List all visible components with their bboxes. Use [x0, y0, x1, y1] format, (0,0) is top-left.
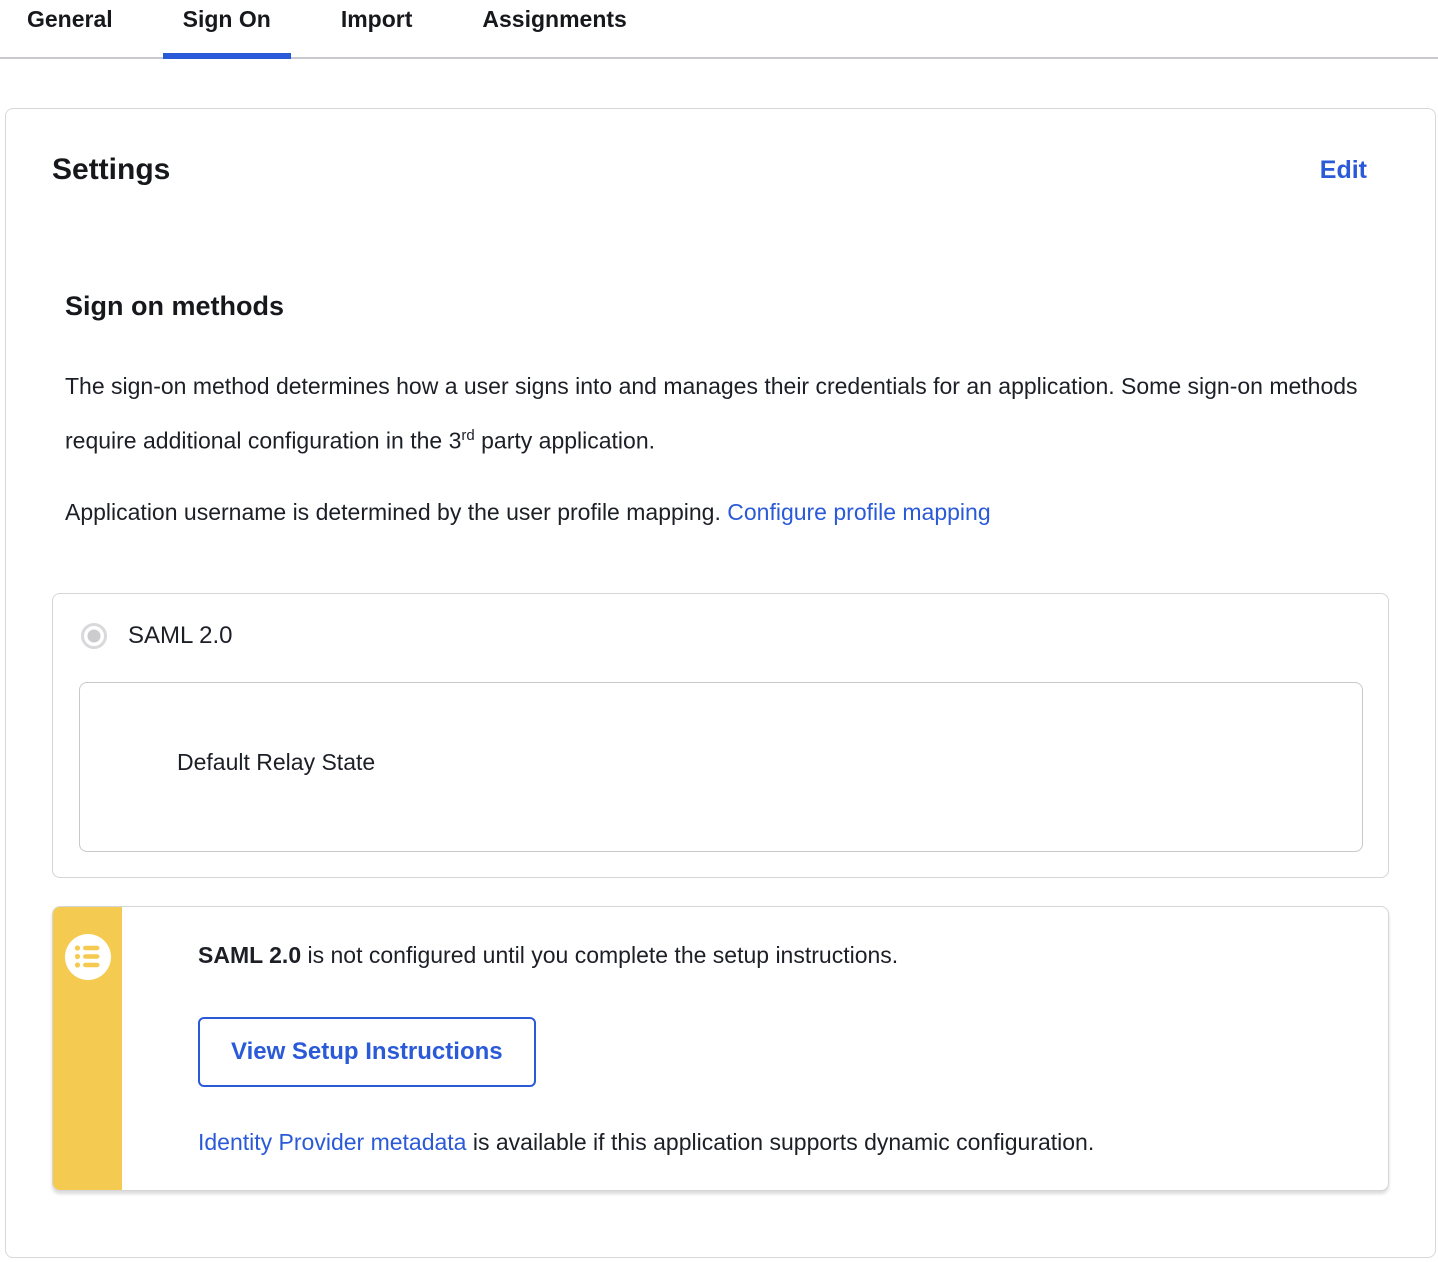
saml-radio-row: SAML 2.0	[79, 622, 1363, 650]
tab-import[interactable]: Import	[321, 6, 433, 57]
saml-radio-label: SAML 2.0	[128, 622, 233, 650]
callout-message-bold: SAML 2.0	[198, 942, 301, 968]
identity-provider-metadata-link[interactable]: Identity Provider metadata	[198, 1129, 466, 1155]
settings-card-header: Settings Edit	[52, 153, 1389, 187]
saml-not-configured-callout: SAML 2.0 is not configured until you com…	[52, 906, 1389, 1191]
tab-general[interactable]: General	[7, 6, 133, 57]
callout-message-rest: is not configured until you complete the…	[301, 942, 898, 968]
callout-message: SAML 2.0 is not configured until you com…	[198, 939, 1348, 971]
view-setup-instructions-button[interactable]: View Setup Instructions	[198, 1017, 536, 1087]
sign-on-method-description: The sign-on method determines how a user…	[65, 362, 1365, 466]
sign-on-methods-heading: Sign on methods	[65, 291, 1389, 322]
metadata-note: Identity Provider metadata is available …	[198, 1129, 1348, 1156]
description-text-2: party application.	[475, 428, 655, 454]
username-note-text: Application username is determined by th…	[65, 499, 727, 525]
page-title: Settings	[52, 153, 170, 187]
description-text-1: The sign-on method determines how a user…	[65, 373, 1358, 454]
tab-assignments[interactable]: Assignments	[462, 6, 646, 57]
callout-body: SAML 2.0 is not configured until you com…	[122, 907, 1388, 1190]
configure-profile-mapping-link[interactable]: Configure profile mapping	[727, 499, 990, 525]
callout-accent-strip	[53, 907, 122, 1190]
default-relay-state-panel: Default Relay State	[79, 682, 1363, 852]
settings-card: Settings Edit Sign on methods The sign-o…	[5, 108, 1436, 1258]
application-username-note: Application username is determined by th…	[65, 488, 1365, 537]
edit-link[interactable]: Edit	[1320, 156, 1367, 185]
saml-method-box: SAML 2.0 Default Relay State	[52, 593, 1389, 878]
setup-instructions-list-icon	[65, 934, 111, 980]
description-superscript: rd	[461, 427, 474, 444]
metadata-note-rest: is available if this application support…	[466, 1129, 1094, 1155]
saml-radio-button[interactable]	[81, 623, 107, 649]
tab-sign-on[interactable]: Sign On	[163, 6, 291, 57]
default-relay-state-label: Default Relay State	[177, 749, 375, 775]
app-tab-bar: General Sign On Import Assignments	[0, 0, 1438, 59]
